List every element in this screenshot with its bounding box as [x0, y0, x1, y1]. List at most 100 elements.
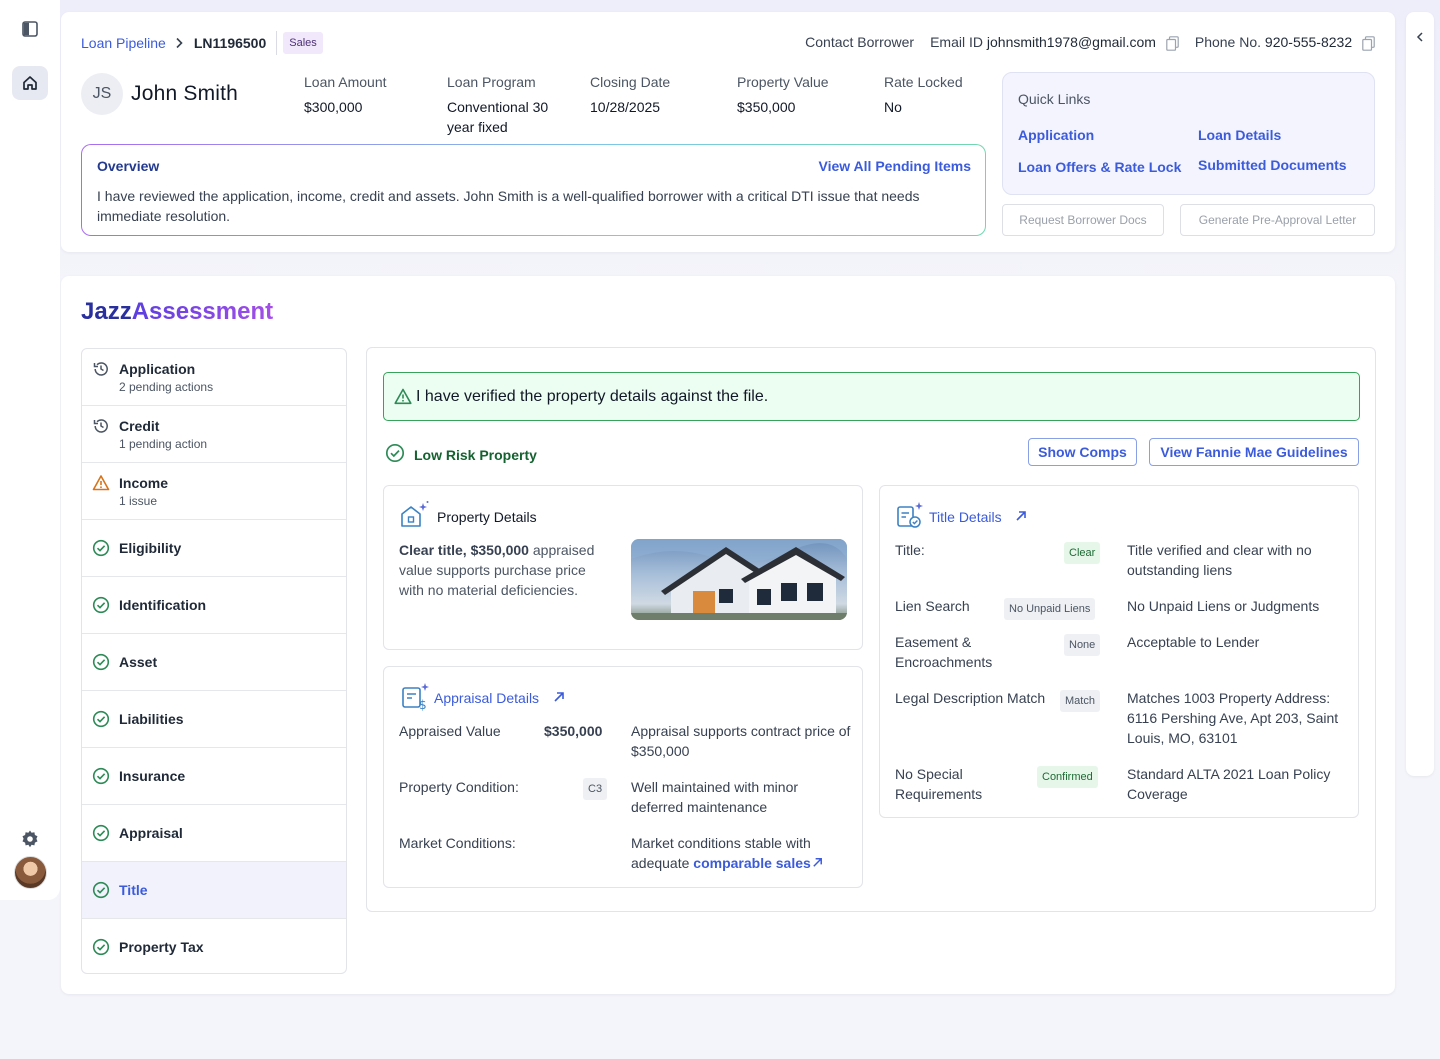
svg-text:$: $: [419, 698, 427, 711]
nav-item-title[interactable]: Title: [82, 862, 346, 919]
field-label: Loan Program: [447, 74, 536, 90]
field-label: Closing Date: [590, 74, 671, 90]
special-requirements-note: Standard ALTA 2021 Loan Policy Coverage: [1127, 766, 1331, 802]
copy-phone-icon[interactable]: [1362, 35, 1375, 51]
view-all-pending-link[interactable]: View All Pending Items: [819, 158, 971, 174]
nav-item-label: Title: [119, 882, 148, 898]
nav-item-eligibility[interactable]: Eligibility: [82, 520, 346, 577]
external-arrow-icon[interactable]: [811, 855, 824, 871]
property-condition-label: Property Condition:: [399, 779, 519, 795]
breadcrumb-loan-pipeline[interactable]: Loan Pipeline: [81, 35, 166, 51]
appraisal-details-card: $ Appraisal Details Appraised Value $350…: [383, 666, 863, 888]
nav-item-label: Property Tax: [119, 939, 204, 955]
special-requirements-chip: Confirmed: [1037, 766, 1098, 788]
check-circle-icon: [92, 710, 110, 728]
borrower-name: John Smith: [131, 82, 239, 105]
nav-item-liabilities[interactable]: Liabilities: [82, 691, 346, 748]
field-value: No: [884, 99, 902, 115]
user-avatar[interactable]: [14, 856, 47, 889]
nav-item-asset[interactable]: Asset: [82, 634, 346, 691]
lien-search-chip: No Unpaid Liens: [1004, 598, 1096, 620]
email-label: Email ID: [930, 34, 983, 50]
sidebar-toggle-icon[interactable]: [12, 12, 48, 46]
assessment-card: JazzAssessment Application 2 pending act…: [61, 276, 1395, 994]
borrower-initials-avatar: JS: [81, 73, 123, 115]
nav-item-label: Application: [119, 361, 196, 377]
appraised-value-label: Appraised Value: [399, 723, 501, 739]
nav-item-application[interactable]: Application 2 pending actions: [82, 349, 346, 406]
quick-links-title: Quick Links: [1018, 91, 1091, 107]
market-conditions-note: Market conditions stable with adequate c…: [631, 833, 856, 873]
nav-item-credit[interactable]: Credit 1 pending action: [82, 406, 346, 463]
overview-title: Overview: [97, 158, 160, 174]
comparable-sales-link[interactable]: comparable sales: [693, 855, 811, 871]
copy-email-icon[interactable]: [1166, 35, 1179, 51]
home-icon[interactable]: [12, 66, 48, 100]
loan-header-card: Loan Pipeline LN1196500 Sales Contact Bo…: [61, 12, 1395, 252]
check-circle-icon: [92, 824, 110, 842]
lien-search-note: No Unpaid Liens or Judgments: [1127, 598, 1320, 614]
market-conditions-label: Market Conditions:: [399, 835, 516, 851]
quick-link-loan-details[interactable]: Loan Details: [1198, 127, 1281, 143]
property-details-title: Property Details: [437, 509, 537, 525]
title-details-link[interactable]: Title Details: [929, 509, 1002, 525]
property-details-text: Clear title, $350,000 appraised value su…: [399, 540, 614, 600]
easement-note: Acceptable to Lender: [1127, 634, 1260, 650]
chevron-left-icon[interactable]: [1414, 30, 1426, 46]
appraisal-details-link[interactable]: Appraisal Details: [434, 690, 539, 706]
view-fannie-mae-guidelines-button[interactable]: View Fannie Mae Guidelines: [1149, 438, 1359, 466]
nav-item-property-tax[interactable]: Property Tax: [82, 919, 346, 973]
nav-item-label: Insurance: [119, 768, 186, 784]
chevron-right-icon: [174, 37, 184, 49]
show-comps-button[interactable]: Show Comps: [1028, 438, 1137, 466]
special-requirements-label: No Special Requirements: [895, 766, 983, 802]
breadcrumb: Loan Pipeline LN1196500 Sales: [81, 31, 323, 55]
nav-item-identification[interactable]: Identification: [82, 577, 346, 634]
nav-item-label: Eligibility: [119, 540, 182, 556]
nav-item-income[interactable]: Income 1 issue: [82, 463, 346, 520]
external-arrow-icon[interactable]: [1014, 509, 1028, 526]
risk-label: Low Risk Property: [414, 446, 537, 463]
nav-item-appraisal[interactable]: Appraisal: [82, 805, 346, 862]
assessment-title: JazzAssessment: [81, 298, 273, 326]
request-borrower-docs-button[interactable]: Request Borrower Docs: [1002, 204, 1164, 236]
loan-id: LN1196500: [193, 35, 267, 51]
overview-panel: Overview View All Pending Items I have r…: [81, 144, 986, 236]
history-icon: [92, 417, 110, 435]
field-value: 10/28/2025: [590, 99, 661, 115]
divider: [276, 31, 278, 55]
assessment-nav: Application 2 pending actions Credit 1 p…: [81, 348, 347, 974]
quick-link-loan-offers[interactable]: Loan Offers & Rate Lock: [1018, 159, 1181, 175]
nav-item-label: Credit: [119, 418, 160, 434]
title-details-card: Title Details Title: Clear Title verifie…: [879, 485, 1359, 818]
nav-item-label: Liabilities: [119, 711, 184, 727]
appraised-value-note: Appraisal supports contract price of $35…: [631, 723, 851, 759]
risk-status: Low Risk Property: [385, 443, 537, 466]
loan-amount-field: Loan Amount $300,000: [304, 74, 434, 117]
nav-item-subtext: 1 issue: [119, 494, 158, 508]
quick-link-submitted-documents[interactable]: Submitted Documents: [1198, 157, 1347, 173]
alert-triangle-icon: [394, 388, 412, 408]
left-rail: [0, 0, 60, 900]
email-value: johnsmith1978@gmail.com: [986, 34, 1156, 50]
nav-item-insurance[interactable]: Insurance: [82, 748, 346, 805]
property-details-card: Property Details Clear title, $350,000 a…: [383, 485, 863, 650]
generate-preapproval-button[interactable]: Generate Pre-Approval Letter: [1180, 204, 1375, 236]
nav-item-label: Appraisal: [119, 825, 183, 841]
check-circle-icon: [92, 596, 110, 614]
title-note: Title verified and clear with no outstan…: [1127, 542, 1312, 578]
property-condition-chip: C3: [583, 778, 608, 800]
check-circle-icon: [92, 653, 110, 671]
quick-link-application[interactable]: Application: [1018, 127, 1094, 143]
external-arrow-icon[interactable]: [552, 690, 566, 707]
contact-borrower-link[interactable]: Contact Borrower: [805, 34, 914, 50]
property-condition-note: Well maintained with minor deferred main…: [631, 779, 799, 815]
legal-description-chip: Match: [1060, 690, 1100, 712]
borrower-identity: JS John Smith: [81, 73, 238, 115]
nav-item-label: Asset: [119, 654, 158, 670]
quick-links-panel: Quick Links Application Loan Details Loa…: [1002, 72, 1375, 195]
settings-gear-icon[interactable]: [12, 822, 48, 856]
field-value: Conventional 30 year fixed: [447, 99, 549, 135]
check-circle-icon: [92, 767, 110, 785]
warning-icon: [92, 474, 110, 492]
